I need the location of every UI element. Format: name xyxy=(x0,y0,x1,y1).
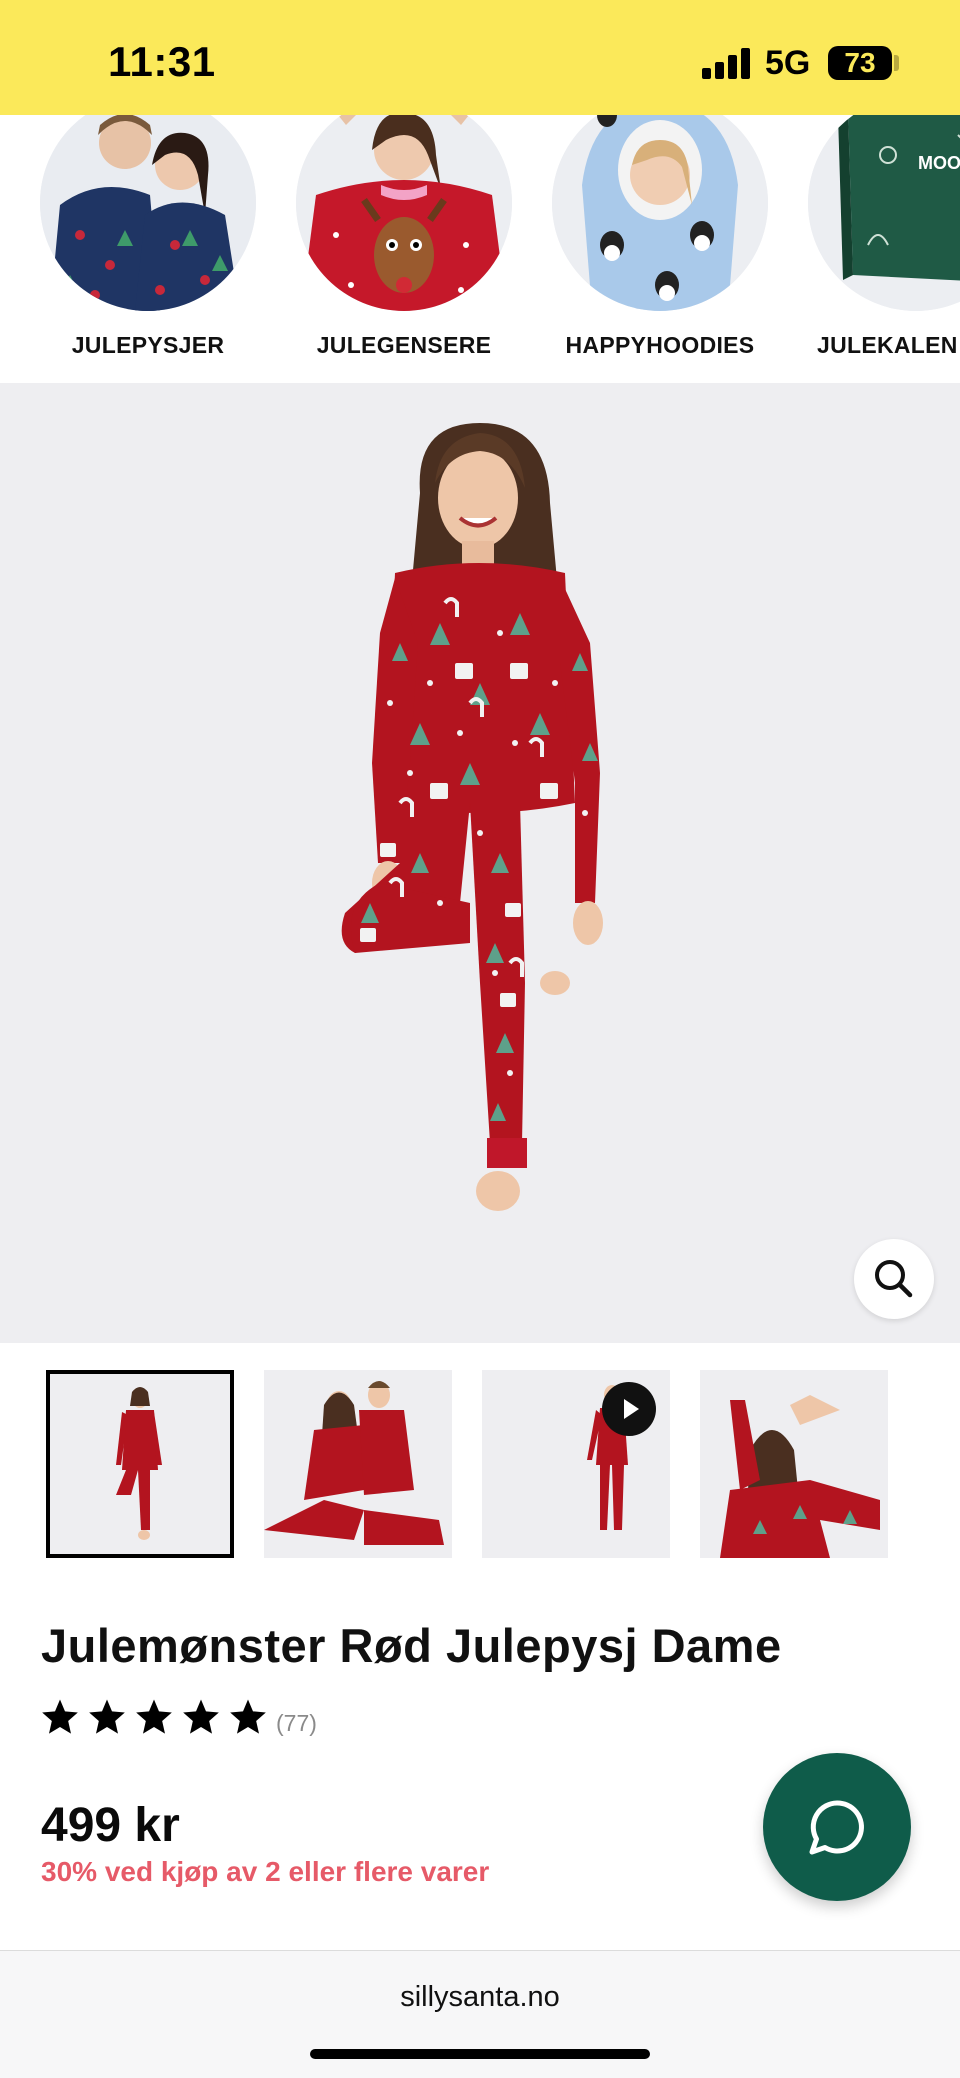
play-icon xyxy=(624,1399,639,1419)
category-label: JULEPYSJER xyxy=(71,332,225,358)
category-julegensere[interactable]: JULEGENSERE xyxy=(276,115,532,359)
product-thumbnail-4[interactable] xyxy=(700,1370,888,1558)
category-julepysjer[interactable]: JULEPYSJER xyxy=(20,115,276,359)
home-indicator[interactable] xyxy=(310,2049,650,2059)
star-icon xyxy=(136,1699,172,1734)
network-type: 5G xyxy=(765,44,811,82)
cellular-signal-icon xyxy=(702,47,752,79)
status-time: 11:31 xyxy=(108,38,216,85)
battery-icon: 73 xyxy=(828,46,892,80)
product-main-image[interactable] xyxy=(0,383,960,1343)
product-price: 499 kr xyxy=(41,1799,180,1852)
category-image xyxy=(552,115,768,311)
battery-level: 73 xyxy=(844,47,876,78)
category-label: JULEGENSERE xyxy=(316,332,492,358)
browser-bottom-bar: sillysanta.no xyxy=(0,1950,960,2078)
chat-button[interactable] xyxy=(763,1753,911,1901)
category-label: HAPPYHOODIES xyxy=(565,332,755,358)
category-julekalendere[interactable]: MOOMIN JULEKALEN xyxy=(788,115,960,359)
calendar-brand-text: MOOMIN xyxy=(918,153,960,173)
address-bar-url[interactable]: sillysanta.no xyxy=(0,1981,960,2014)
battery-cap xyxy=(894,55,899,71)
promo-text: 30% ved kjøp av 2 eller flere varer xyxy=(41,1856,490,1887)
category-image: MOOMIN xyxy=(808,115,960,311)
status-bar: 11:31 5G 73 xyxy=(0,0,960,115)
review-count[interactable]: (77) xyxy=(276,1710,317,1737)
zoom-button[interactable] xyxy=(854,1239,934,1319)
play-button[interactable] xyxy=(602,1382,656,1436)
category-carousel[interactable]: JULEPYSJER JULEGENSERE HAPPYHOODIES MOO … xyxy=(0,115,960,383)
star-icon xyxy=(89,1699,125,1734)
category-image xyxy=(40,115,256,311)
category-label: JULEKALEN xyxy=(817,332,958,358)
category-happyhoodies[interactable]: HAPPYHOODIES xyxy=(532,115,788,359)
product-thumbnail-2[interactable] xyxy=(264,1370,452,1558)
star-icon xyxy=(183,1699,219,1734)
product-title: Julemønster Rød Julepysj Dame xyxy=(41,1619,782,1672)
product-thumbnail-3-video[interactable] xyxy=(482,1370,670,1558)
star-icon xyxy=(230,1699,266,1734)
star-icon xyxy=(42,1699,78,1734)
chat-bubble-icon xyxy=(809,1800,864,1855)
search-icon xyxy=(875,1260,913,1298)
category-image xyxy=(296,115,512,311)
product-thumbnail-1[interactable] xyxy=(46,1370,234,1558)
